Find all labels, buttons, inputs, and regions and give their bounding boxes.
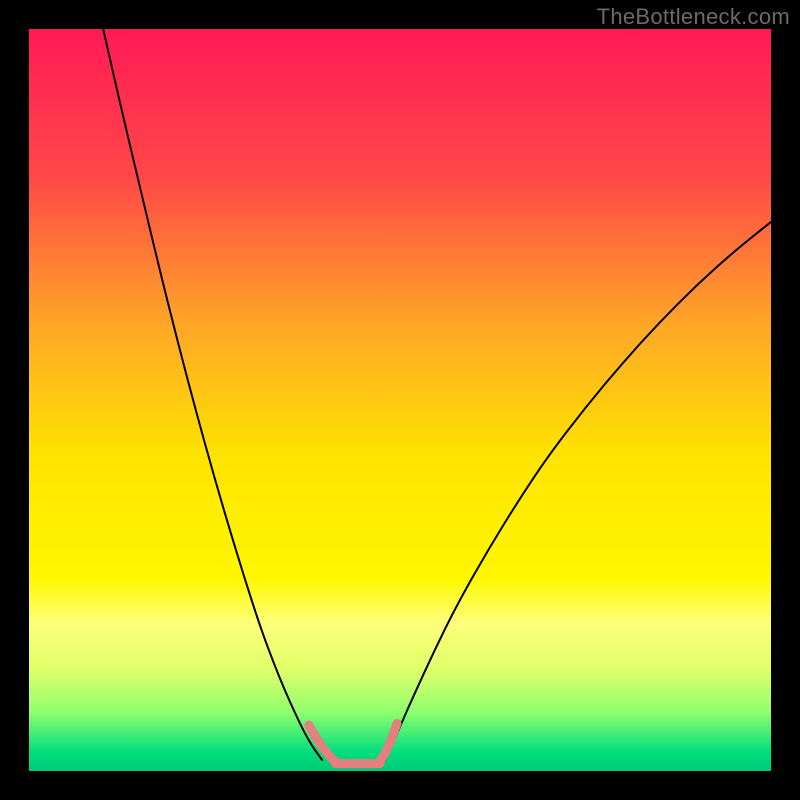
series-right-ticks-seg [391, 724, 397, 740]
graphic-frame: TheBottleneck.com [0, 0, 800, 800]
plot-background [29, 29, 771, 771]
bottleneck-plot [0, 0, 800, 800]
watermark-text: TheBottleneck.com [597, 4, 790, 30]
